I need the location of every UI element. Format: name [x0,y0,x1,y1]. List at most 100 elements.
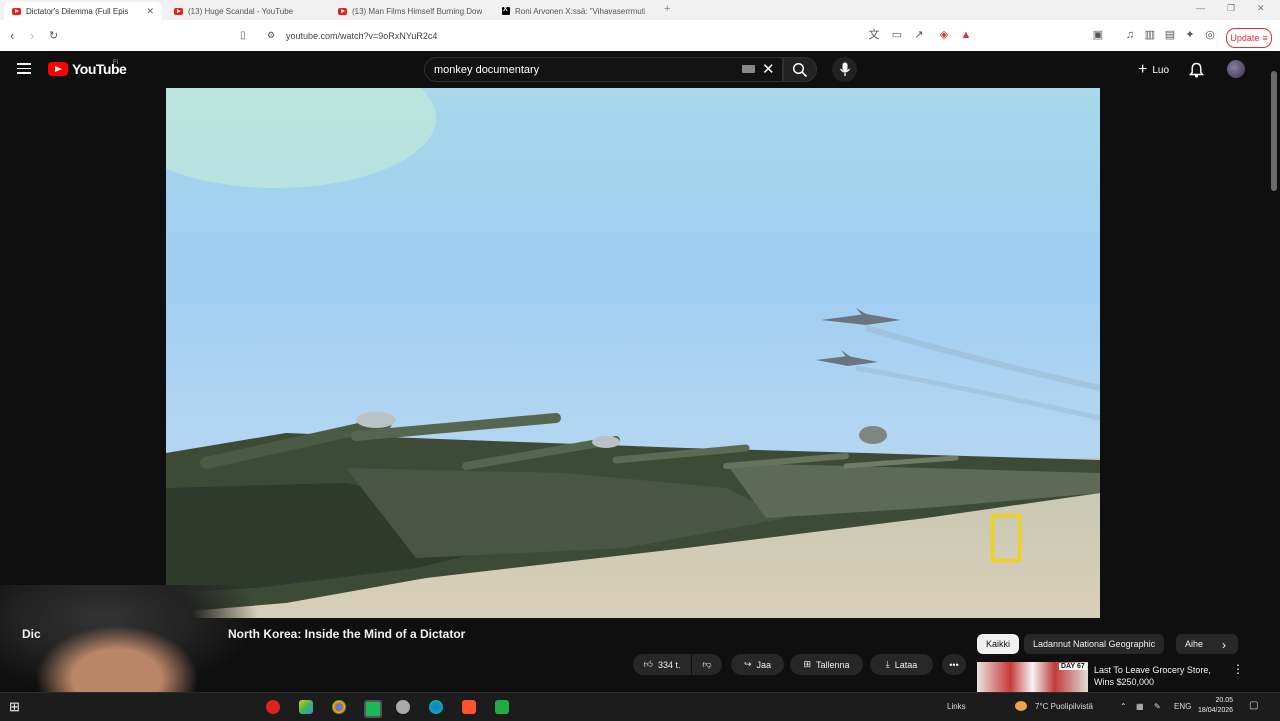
site-info-icon[interactable]: ⚙ [267,30,275,41]
share-button[interactable]: ↪ Jaa [731,654,784,675]
download-button[interactable]: ⤓ Lataa [870,654,933,675]
minimize-icon[interactable]: — [1196,3,1205,13]
new-tab-icon[interactable]: + [664,3,670,15]
forward-icon[interactable]: › [30,28,34,43]
search-value: monkey documentary [434,63,540,76]
more-vert-icon[interactable]: ⋮ [1232,662,1244,676]
screen-icon[interactable]: ▭ [891,29,903,41]
natgeo-logo [991,514,1021,562]
clock-date: 18/04/2026 [1198,707,1234,714]
youtube-header: YouTube FI monkey documentary ✕ + Luo [0,51,1280,88]
back-icon[interactable]: ‹ [10,28,14,43]
video-title: North Korea: Inside the Mind of a Dictat… [228,627,466,641]
tab-label: Roni Arvonen X:ssä: "Vihavaserrmuti [515,6,645,16]
chat-app-icon[interactable] [364,700,382,718]
thumbs-down-icon: 👎︎ [702,659,712,669]
pen-icon[interactable]: ✎ [1154,702,1161,711]
chip-uploaded-by-natgeo[interactable]: Ladannut National Geographic [1024,634,1165,654]
windows-start-icon[interactable]: ⊞ [9,699,20,715]
search-button[interactable] [783,57,817,82]
brave-icon[interactable] [462,700,476,714]
create-button[interactable]: + Luo [1130,59,1177,81]
tray-arrow-icon[interactable]: ⌃ [1120,702,1127,711]
youtube-play-icon [48,62,68,76]
wallet-icon[interactable]: ▤ [1164,29,1176,41]
app-icon[interactable] [299,700,313,714]
keyboard-icon[interactable] [742,65,755,73]
taskbar: ⊞ Links 7°C Puolipilvistä ⌃ ▦ ✎ ENG 20.0… [0,692,1280,721]
notification-center-icon[interactable]: ▢ [1249,700,1258,711]
video-title-prefix: Dic [22,627,41,641]
download-label: Lataa [894,659,918,670]
recommendation-title[interactable]: Last To Leave Grocery Store, Wins $250,0… [1094,664,1224,688]
update-button[interactable]: Update ≡ [1226,28,1272,48]
bookmark-icon[interactable]: ▯ [240,30,246,41]
browser-address-bar: ‹ › ↻ ▯ ⚙ youtube.com/watch?v=9oRxNYuR2c… [0,20,1280,52]
video-frame [166,88,1100,618]
language-indicator[interactable]: ENG [1174,702,1191,711]
menu-icon: ≡ [1262,33,1268,43]
country-code: FI [113,60,119,66]
opera-icon[interactable] [266,700,280,714]
more-actions-button[interactable]: ••• [942,654,966,675]
sidebar-icon[interactable]: ▣ [1092,29,1104,41]
play-app-icon[interactable] [495,700,509,714]
voice-search-button[interactable] [832,57,857,82]
chrome-icon[interactable] [332,700,346,714]
page-scrollbar[interactable] [1268,51,1280,691]
network-icon[interactable]: ▦ [1136,702,1144,711]
clock-time: 20.05 [1215,697,1234,704]
chip-related[interactable]: Aihe [1176,634,1238,654]
brave-rewards-icon[interactable]: ▲ [960,29,972,41]
video-player[interactable] [166,88,1100,618]
chip-all[interactable]: Kaikki [977,634,1020,654]
reload-icon[interactable]: ↻ [49,29,58,42]
share-icon[interactable]: ↗ [913,29,925,41]
scroll-thumb[interactable] [1271,71,1277,191]
dislike-button[interactable]: 👎︎ [692,654,722,675]
url-text: youtube.com/watch?v=9oRxNYuR2c4 [286,30,438,41]
like-button[interactable]: 👍︎ 334 t. [633,654,691,675]
thumbs-up-icon: 👍︎ [643,659,653,669]
share-arrow-icon: ↪ [743,659,752,669]
hamburger-menu-icon[interactable] [17,63,31,74]
edge-icon[interactable] [429,700,443,714]
bookmark-add-icon: ⊞ [803,659,811,669]
chevron-right-icon[interactable]: › [1222,638,1226,652]
tab-label: Dictator's Dilemma (Full Epis [26,6,129,16]
save-button[interactable]: ⊞ Tallenna [790,654,863,675]
youtube-icon [174,7,183,15]
recommendation-thumbnail[interactable]: DAY 67 [977,662,1088,692]
search-input[interactable]: monkey documentary [424,57,783,82]
plus-icon: + [1138,61,1148,78]
maximize-icon[interactable]: ❐ [1227,3,1235,14]
browser-tab[interactable]: Roni Arvonen X:ssä: "Vihavaserrmuti [494,2,654,20]
translate-icon[interactable]: 文 [868,29,880,41]
music-icon[interactable]: ♫ [1124,29,1136,41]
avatar[interactable] [1227,60,1245,78]
browser-tab[interactable]: (13) Huge Scandal - YouTube [166,2,324,20]
weather-text[interactable]: 7°C Puolipilvistä [1035,702,1093,711]
browser-tab[interactable]: Dictator's Dilemma (Full Epis ✕ [4,2,162,20]
close-icon[interactable]: ✕ [146,6,154,17]
clear-search-icon[interactable]: ✕ [762,62,775,77]
chip-label: Aihe [1185,639,1204,649]
links-label[interactable]: Links [947,702,966,711]
brave-shield-icon[interactable]: ◈ [938,29,950,41]
app-icon-2[interactable] [396,700,410,714]
update-label: Update [1230,33,1260,43]
window-close-icon[interactable]: ✕ [1257,3,1265,14]
browser-tab-bar: Dictator's Dilemma (Full Epis ✕ (13) Hug… [0,0,1280,20]
more-icon: ••• [949,659,959,670]
vpn-icon[interactable]: ◎ [1204,29,1216,41]
ai-icon[interactable]: ✦ [1184,29,1196,41]
save-label: Tallenna [816,659,850,670]
like-count: 334 t. [657,659,681,670]
thumbnail-badge: DAY 67 [1059,663,1087,670]
panel-icon[interactable]: ▥ [1144,29,1156,41]
tab-label: (13) Huge Scandal - YouTube [188,6,294,16]
clock[interactable]: 20.05 18/04/2026 [1198,696,1233,716]
youtube-icon [338,7,347,15]
browser-tab[interactable]: (13) Man Films Himself Burning Dow [330,2,490,20]
notification-bell-icon[interactable] [1189,62,1204,78]
